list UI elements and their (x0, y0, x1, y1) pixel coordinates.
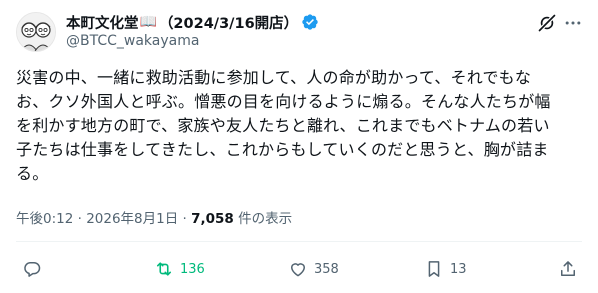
avatar-illustration-icon (17, 13, 55, 51)
tweet-text-line: お、クソ外国人と呼ぶ。憎悪の目を向けるように煽る。そんな人たちが幅 (16, 92, 551, 111)
author-name-row[interactable]: 本町文化堂 📖 （2024/3/16開店） (66, 12, 319, 32)
like-count: 358 (314, 261, 339, 277)
more-icon[interactable] (562, 12, 584, 34)
divider (16, 241, 582, 242)
tweet-text-line: 災害の中、一緒に救助活動に参加して、人の命が助かって、それでもな (16, 68, 532, 87)
share-button[interactable] (558, 258, 578, 280)
tweet-meta: 午後0:12 · 2026年8月1日 · 7,058 件の表示 (16, 207, 292, 227)
like-button[interactable]: 358 (288, 258, 339, 280)
open-book-icon: 📖 (139, 14, 157, 30)
share-icon (561, 261, 575, 276)
display-name-suffix[interactable]: （2024/3/16開店） (159, 12, 298, 33)
views-label: 件の表示 (233, 211, 293, 227)
tweet-text: 災害の中、一緒に救助活動に参加して、人の命が助かって、それでもな お、クソ外国人… (16, 66, 582, 186)
avatar[interactable] (16, 12, 56, 52)
reply-icon (24, 262, 41, 277)
retweet-button[interactable]: 136 (154, 258, 205, 280)
bookmark-count: 13 (450, 261, 467, 277)
display-name[interactable]: 本町文化堂 (66, 12, 139, 33)
tweet-text-line: 子たちは仕事をしてきたし、これからもしていくのだと思うと、胸が詰ま (16, 140, 549, 159)
like-icon (291, 263, 305, 277)
grok-icon[interactable] (536, 12, 558, 34)
author-handle[interactable]: @BTCC_wakayama (66, 33, 199, 49)
timestamp[interactable]: 午後0:12 · 2026年8月1日 · (16, 211, 191, 227)
tweet-text-line: を利かす地方の町で、家族や友人たちと離れ、これまでもベトナムの若い (16, 116, 550, 135)
tweet-text-line: る。 (16, 164, 49, 183)
verified-badge-icon[interactable] (301, 13, 319, 31)
retweet-count: 136 (180, 261, 205, 277)
views-count[interactable]: 7,058 (191, 211, 234, 227)
reply-button[interactable] (22, 258, 48, 280)
retweet-icon (156, 262, 172, 276)
bookmark-icon (428, 261, 440, 277)
tweet-card: 本町文化堂 📖 （2024/3/16開店） @BTCC_wakayama 災害の… (0, 0, 598, 293)
bookmark-button[interactable]: 13 (424, 258, 467, 280)
